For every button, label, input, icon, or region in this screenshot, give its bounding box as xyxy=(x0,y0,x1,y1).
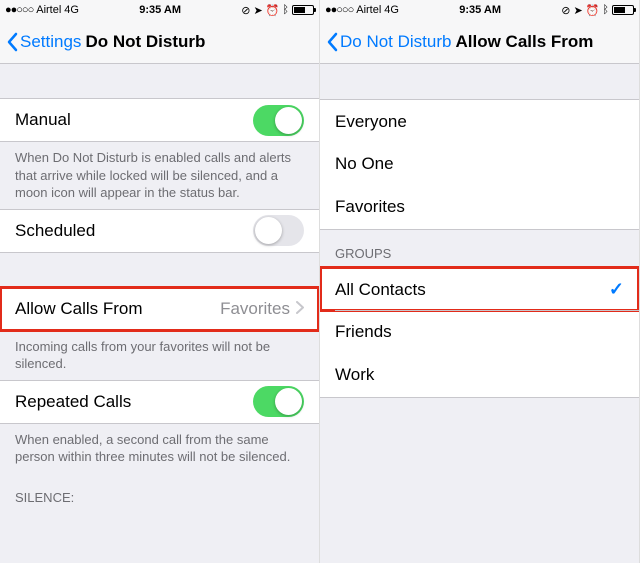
chevron-right-icon xyxy=(296,299,304,319)
group-friends[interactable]: Friends xyxy=(320,310,639,354)
status-bar: ●●○○○ Airtel 4G 9:35 AM ⊘ ➤ ⏰ ᛒ xyxy=(320,0,639,20)
signal-dots-icon: ●●○○○ xyxy=(5,4,33,16)
row-label: Favorites xyxy=(335,197,624,217)
page-title: Do Not Disturb xyxy=(85,32,205,52)
carrier-label: Airtel xyxy=(36,4,61,16)
chevron-left-icon xyxy=(326,32,338,52)
option-everyone[interactable]: Everyone xyxy=(320,99,639,143)
row-label: Manual xyxy=(15,110,253,130)
network-label: 4G xyxy=(64,4,79,16)
toggle-repeated[interactable] xyxy=(253,386,304,417)
nav-bar: Settings Do Not Disturb xyxy=(0,20,319,64)
back-label: Settings xyxy=(20,32,81,52)
row-repeated-calls[interactable]: Repeated Calls xyxy=(0,380,319,424)
row-label: Friends xyxy=(335,322,624,342)
location-icon: ➤ xyxy=(573,4,582,17)
carrier-label: Airtel xyxy=(356,4,381,16)
section-header-groups: GROUPS xyxy=(320,230,639,267)
options-list: Everyone No One Favorites xyxy=(320,99,639,230)
signal-dots-icon: ●●○○○ xyxy=(325,4,353,16)
bluetooth-icon: ᛒ xyxy=(602,4,609,16)
clock-label: 9:35 AM xyxy=(139,4,181,16)
content: Everyone No One Favorites GROUPS All Con… xyxy=(320,64,639,563)
groups-list: All Contacts ✓ Friends Work xyxy=(320,267,639,398)
nav-bar: Do Not Disturb Allow Calls From xyxy=(320,20,639,64)
screen-allow-calls-from: ●●○○○ Airtel 4G 9:35 AM ⊘ ➤ ⏰ ᛒ Do Not D… xyxy=(320,0,640,563)
chevron-left-icon xyxy=(6,32,18,52)
row-label: Work xyxy=(335,365,624,385)
clock-label: 9:35 AM xyxy=(459,4,501,16)
status-bar: ●●○○○ Airtel 4G 9:35 AM ⊘ ➤ ⏰ ᛒ xyxy=(0,0,319,20)
footer-allow: Incoming calls from your favorites will … xyxy=(0,331,319,381)
row-detail-value: Favorites xyxy=(220,299,290,319)
rotation-lock-icon: ⊘ xyxy=(241,4,250,17)
back-button-settings[interactable]: Settings xyxy=(6,32,81,52)
row-label: Repeated Calls xyxy=(15,392,253,412)
back-label: Do Not Disturb xyxy=(340,32,451,52)
row-label: Scheduled xyxy=(15,221,253,241)
rotation-lock-icon: ⊘ xyxy=(561,4,570,17)
network-label: 4G xyxy=(384,4,399,16)
battery-icon xyxy=(612,5,634,15)
screen-do-not-disturb: ●●○○○ Airtel 4G 9:35 AM ⊘ ➤ ⏰ ᛒ Settings… xyxy=(0,0,320,563)
group-work[interactable]: Work xyxy=(320,353,639,397)
toggle-scheduled[interactable] xyxy=(253,215,304,246)
row-manual[interactable]: Manual xyxy=(0,98,319,142)
toggle-manual[interactable] xyxy=(253,105,304,136)
alarm-icon: ⏰ xyxy=(586,4,600,17)
row-label: Everyone xyxy=(335,112,624,132)
location-icon: ➤ xyxy=(253,4,262,17)
row-allow-calls-from[interactable]: Allow Calls From Favorites xyxy=(0,287,319,331)
content: Manual When Do Not Disturb is enabled ca… xyxy=(0,64,319,563)
row-label: No One xyxy=(335,154,624,174)
page-title: Allow Calls From xyxy=(455,32,593,52)
row-scheduled[interactable]: Scheduled xyxy=(0,209,319,253)
checkmark-icon: ✓ xyxy=(609,279,624,300)
row-label: All Contacts xyxy=(335,280,609,300)
group-all-contacts[interactable]: All Contacts ✓ xyxy=(320,267,639,311)
option-no-one[interactable]: No One xyxy=(320,142,639,186)
footer-manual: When Do Not Disturb is enabled calls and… xyxy=(0,142,319,210)
row-label: Allow Calls From xyxy=(15,299,220,319)
footer-repeated: When enabled, a second call from the sam… xyxy=(0,424,319,474)
alarm-icon: ⏰ xyxy=(266,4,280,17)
option-favorites[interactable]: Favorites xyxy=(320,185,639,229)
bluetooth-icon: ᛒ xyxy=(282,4,289,16)
back-button-dnd[interactable]: Do Not Disturb xyxy=(326,32,451,52)
battery-icon xyxy=(292,5,314,15)
section-header-silence: SILENCE: xyxy=(0,474,319,511)
